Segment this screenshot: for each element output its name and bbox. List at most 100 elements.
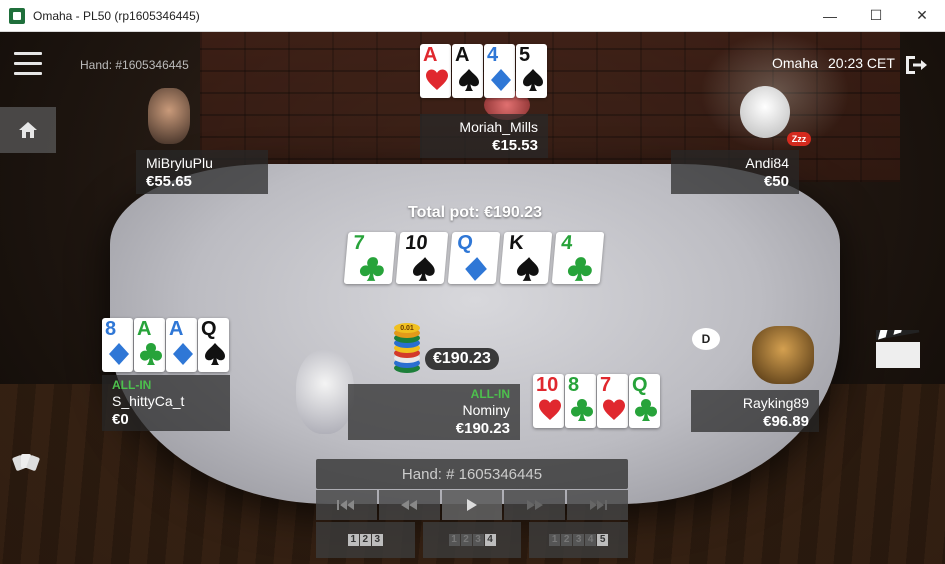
- sleeping-badge: Zzz: [787, 132, 811, 146]
- close-button[interactable]: ✕: [899, 0, 945, 31]
- street-step: 3: [472, 534, 484, 546]
- player-plate-andi84[interactable]: Andi84 €50: [671, 150, 799, 194]
- hole-cards-moriah: AA45: [420, 44, 548, 98]
- playing-card: A: [134, 318, 165, 372]
- playing-card: Q: [629, 374, 660, 428]
- home-icon: [19, 122, 37, 138]
- playing-card: A: [166, 318, 197, 372]
- player-plate-nominy[interactable]: ALL-IN Nominy €190.23: [348, 384, 520, 440]
- card-rank: Q: [632, 374, 648, 396]
- skip-to-start-button[interactable]: [316, 490, 377, 520]
- window-titlebar: Omaha - PL50 (rp1605346445) — ☐ ✕: [0, 0, 945, 32]
- exit-icon[interactable]: [904, 54, 928, 76]
- street-step: 1: [347, 534, 359, 546]
- playing-card: 5: [516, 44, 547, 98]
- spade-suit-icon: [517, 257, 539, 281]
- playing-card: 8: [565, 374, 596, 428]
- playing-card: A: [452, 44, 483, 98]
- street-step: 1: [448, 534, 460, 546]
- game-type-label: Omaha: [772, 55, 818, 71]
- street-step: 4: [585, 534, 597, 546]
- spade-suit-icon: [205, 343, 225, 365]
- street-button-flop[interactable]: 1 2 3: [316, 522, 415, 558]
- player-plate-shittycat[interactable]: ALL-IN S_hittyCa_t €0: [102, 375, 230, 431]
- fast-forward-button[interactable]: [504, 490, 566, 520]
- spade-suit-icon: [523, 69, 543, 91]
- card-rank: 4: [560, 232, 574, 254]
- club-suit-icon: [567, 257, 592, 281]
- diamond-suit-icon: [465, 257, 487, 281]
- player-name: Nominy: [462, 402, 510, 418]
- hand-number-label: Hand: #1605346445: [80, 58, 189, 72]
- avatar-mibryluplu: [148, 88, 190, 144]
- heart-suit-icon: [426, 69, 448, 90]
- street-button-river[interactable]: 1 2 3 4 5: [529, 522, 629, 558]
- street-button-turn[interactable]: 1 2 3 4: [422, 522, 522, 558]
- card-rank: Q: [201, 318, 217, 340]
- chip-stack: 0.01: [392, 318, 422, 374]
- allin-status: ALL-IN: [112, 378, 152, 392]
- community-cards: 7 10 Q K 4: [343, 232, 606, 284]
- app-icon: [9, 7, 25, 24]
- card-rank: A: [455, 44, 470, 66]
- card-rank: 10: [536, 374, 559, 396]
- card-rank: 8: [105, 318, 117, 340]
- rewind-icon: [401, 500, 418, 510]
- clock-label: 20:23 CET: [828, 55, 895, 71]
- total-pot-label: Total pot: €190.23: [408, 204, 542, 221]
- player-name: Moriah_Mills: [459, 119, 538, 135]
- player-name: Andi84: [745, 155, 789, 171]
- playing-card: Q: [447, 232, 501, 284]
- home-button[interactable]: [0, 107, 56, 153]
- playing-card: Q: [198, 318, 229, 372]
- spade-suit-icon: [413, 257, 435, 281]
- card-rank: Q: [456, 232, 474, 254]
- window-title: Omaha - PL50 (rp1605346445): [33, 8, 200, 23]
- rewind-button[interactable]: [378, 490, 440, 520]
- hand-history-icon[interactable]: [12, 450, 42, 472]
- player-stack: €190.23: [455, 420, 510, 437]
- player-name: Rayking89: [742, 395, 809, 411]
- avatar-rayking89: [752, 326, 814, 384]
- menu-icon[interactable]: [14, 52, 42, 78]
- player-name: S_hittyCa_t: [112, 393, 185, 409]
- card-rank: A: [137, 318, 152, 340]
- avatar-andi84: [740, 86, 790, 138]
- card-rank: K: [508, 232, 525, 254]
- poker-scene: Hand: #1605346445 Omaha 20:23 CET AA45 M…: [0, 32, 945, 564]
- skip-start-icon: [337, 500, 355, 510]
- card-rank: A: [423, 44, 438, 66]
- replay-hand-title: Hand: # 1605346445: [316, 459, 628, 489]
- club-suit-icon: [140, 343, 162, 365]
- maximize-button[interactable]: ☐: [853, 0, 899, 31]
- replay-controls: [316, 490, 628, 520]
- heart-suit-icon: [603, 399, 625, 420]
- card-rank: 5: [519, 44, 531, 66]
- play-button[interactable]: [441, 490, 503, 520]
- playing-card: 4: [551, 232, 605, 284]
- heart-suit-icon: [539, 399, 561, 420]
- playing-card: K: [499, 232, 553, 284]
- street-step: 2: [561, 534, 573, 546]
- hole-cards-shittycat: 8AAQ: [102, 318, 230, 372]
- player-stack: €96.89: [763, 413, 809, 430]
- player-plate-rayking89[interactable]: Rayking89 €96.89: [691, 390, 819, 432]
- allin-status: ALL-IN: [470, 387, 510, 401]
- diamond-suit-icon: [491, 69, 511, 91]
- diamond-suit-icon: [109, 343, 129, 365]
- club-suit-icon: [359, 257, 384, 281]
- street-step: 2: [359, 534, 371, 546]
- minimize-button[interactable]: —: [807, 0, 853, 31]
- clapperboard-prop: [874, 322, 920, 368]
- avatar-nominy: [296, 350, 354, 434]
- window-controls: — ☐ ✕: [807, 0, 945, 31]
- skip-to-end-button[interactable]: [567, 490, 628, 520]
- player-plate-mibryluplu[interactable]: MiBryluPlu €55.65: [136, 150, 268, 194]
- player-plate-moriah[interactable]: Moriah_Mills €15.53: [420, 114, 548, 158]
- card-rank: 10: [404, 232, 429, 254]
- street-step: 1: [549, 534, 561, 546]
- hole-cards-nominy: 10 8 7 Q: [533, 374, 661, 428]
- playing-card: 4: [484, 44, 515, 98]
- card-rank: 7: [352, 232, 366, 254]
- street-step: 4: [484, 534, 496, 546]
